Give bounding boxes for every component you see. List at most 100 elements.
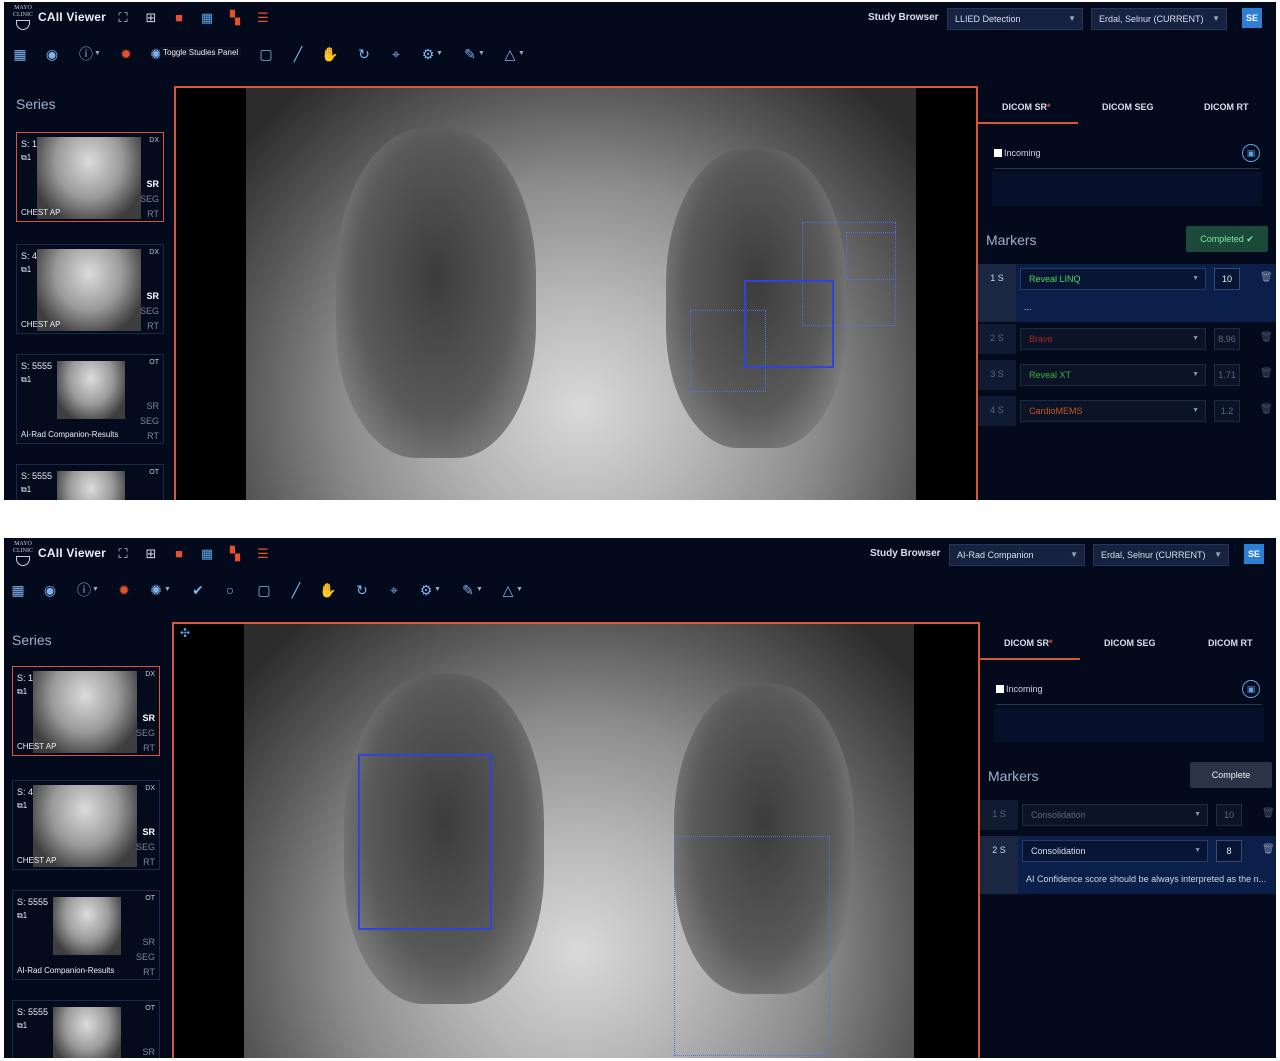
series-thumbnail[interactable]: S: 1 ⧉1 DX SR SEG RT CHEST AP <box>16 132 164 222</box>
series-thumbnail[interactable]: S: 1 ⧉1 DX SR SEG RT CHEST AP <box>12 666 160 756</box>
user-dropdown[interactable]: Erdal, Selnur (CURRENT) ▼ <box>1091 8 1227 30</box>
incoming-checkbox[interactable]: Incoming <box>994 148 1041 158</box>
rectangle-icon[interactable]: ▢ <box>256 44 276 64</box>
marker-row[interactable]: 1 S Consolidation ▼ 10 🗑 <box>980 800 1276 830</box>
marker-row[interactable]: 2 S Consolidation ▼ 8 🗑 <box>980 836 1276 866</box>
marker-label-select[interactable]: Bravo ▼ <box>1020 328 1206 350</box>
series-thumbnail[interactable]: S: 5555 ⧉1 OT SR SEG RT AI-Rad Companion-R… <box>12 890 160 980</box>
layout-icon[interactable]: ▦ <box>198 546 216 562</box>
incoming-field[interactable] <box>992 172 1262 206</box>
tab-dicom-seg[interactable]: DICOM SEG <box>1104 638 1156 648</box>
stack-icon[interactable]: ◉ <box>40 580 60 600</box>
viewer-window-2: MAYO CLINIC CAII Viewer ⛶ ⊞ ■ ▦ ▚ ☰ Stud… <box>4 538 1276 1058</box>
series-thumbnail[interactable]: S: 5555 ⧉1 OT <box>16 464 164 500</box>
marker-row[interactable]: 3 S Reveal XT ▼ 1.71 🗑 <box>978 360 1276 390</box>
series-thumbnail[interactable]: S: 5555 ⧉1 OT SR <box>12 1000 160 1058</box>
annotation-box-selected[interactable] <box>744 280 834 368</box>
marker-row[interactable]: 1 S Reveal LINQ ▼ 10 🗑 <box>978 264 1276 294</box>
briefcase-icon[interactable]: ■ <box>170 10 188 26</box>
annotation-box-dotted[interactable] <box>846 232 896 280</box>
grid-icon[interactable]: ▦ <box>10 44 30 64</box>
marker-score-input[interactable]: 8.96 <box>1214 328 1240 350</box>
tab-dicom-sr[interactable]: DICOM SR* <box>1004 638 1053 648</box>
marker-row[interactable]: 4 S CardioMEMS ▼ 1.2 🗑 <box>978 396 1276 426</box>
rotate-icon[interactable]: ↻ <box>352 580 372 600</box>
completed-button[interactable]: Completed ✔ <box>1186 226 1268 252</box>
save-icon[interactable]: ▣ <box>1242 144 1260 162</box>
tiles-icon[interactable]: ▚ <box>226 546 244 562</box>
angle-icon[interactable]: △ ▼ <box>498 580 523 600</box>
save-icon[interactable]: ▣ <box>1242 680 1260 698</box>
crosshair-icon[interactable]: ⌖ <box>386 44 406 64</box>
tab-dicom-rt[interactable]: DICOM RT <box>1204 102 1249 112</box>
incoming-checkbox[interactable]: Incoming <box>996 684 1043 694</box>
rectangle-icon[interactable]: ▢ <box>254 580 274 600</box>
marker-score-input[interactable]: 1.71 <box>1214 364 1240 386</box>
angle-icon[interactable]: △ ▼ <box>500 44 525 64</box>
study-dropdown[interactable]: LLIED Detection ▼ <box>947 8 1083 30</box>
marker-label-select[interactable]: Reveal XT ▼ <box>1020 364 1206 386</box>
marker-score-input[interactable]: 1.2 <box>1214 400 1240 422</box>
info-icon[interactable]: ⓘ ▼ <box>76 44 101 64</box>
pan-icon[interactable]: ✋ <box>320 44 340 64</box>
fullscreen-icon[interactable]: ⛶ <box>114 546 132 562</box>
complete-button[interactable]: Complete <box>1190 762 1272 788</box>
pen-icon[interactable]: ✎ ▼ <box>460 44 485 64</box>
trash-icon[interactable]: 🗑 <box>1260 332 1273 343</box>
trash-icon[interactable]: 🗑 <box>1262 844 1275 855</box>
annotation-box-selected[interactable] <box>358 754 492 930</box>
pen-icon[interactable]: ✎ ▼ <box>458 580 483 600</box>
fullscreen-icon[interactable]: ⛶ <box>114 10 132 26</box>
layout-icon[interactable]: ▦ <box>198 10 216 26</box>
sun-icon[interactable]: ✺ ▼ <box>146 580 171 600</box>
marker-label-select[interactable]: Consolidation ▼ <box>1022 840 1208 862</box>
grid-layout-icon[interactable]: ⊞ <box>142 546 160 562</box>
annotation-box-dotted[interactable] <box>674 836 830 1056</box>
marker-row[interactable]: 2 S Bravo ▼ 8.96 🗑 <box>978 324 1276 354</box>
rotate-icon[interactable]: ↻ <box>354 44 374 64</box>
trash-icon[interactable]: 🗑 <box>1260 368 1273 379</box>
marker-label-select[interactable]: CardioMEMS ▼ <box>1020 400 1206 422</box>
tab-dicom-sr[interactable]: DICOM SR* <box>1002 102 1051 112</box>
marker-label-select[interactable]: Consolidation ▼ <box>1022 804 1208 826</box>
check-circle-icon[interactable]: ✔ <box>188 580 208 600</box>
ruler-icon[interactable]: ╱ <box>286 580 306 600</box>
settings-icon[interactable]: ⚙ ▼ <box>416 580 441 600</box>
tiles-icon[interactable]: ▚ <box>226 10 244 26</box>
ruler-icon[interactable]: ╱ <box>288 44 308 64</box>
ellipse-icon[interactable]: ○ <box>220 580 240 600</box>
user-dropdown[interactable]: Erdal, Selnur (CURRENT) ▼ <box>1093 544 1229 566</box>
trash-icon[interactable]: 🗑 <box>1260 404 1273 415</box>
xray-viewport[interactable]: ✣ <box>172 622 980 1058</box>
trash-icon[interactable]: 🗑 <box>1260 272 1273 283</box>
study-browser-link[interactable]: Study Browser <box>870 548 941 559</box>
stack-icon[interactable]: ◉ <box>42 44 62 64</box>
pan-icon[interactable]: ✋ <box>318 580 338 600</box>
info-icon[interactable]: ⓘ ▼ <box>74 580 99 600</box>
incoming-field[interactable] <box>994 708 1264 742</box>
list-icon[interactable]: ☰ <box>254 10 272 26</box>
tab-dicom-rt[interactable]: DICOM RT <box>1208 638 1253 648</box>
user-avatar[interactable]: SE <box>1242 8 1262 28</box>
marker-label-select[interactable]: Reveal LINQ ▼ <box>1020 268 1206 290</box>
marker-score-input[interactable]: 10 <box>1214 268 1240 290</box>
xray-viewport[interactable] <box>174 86 978 500</box>
brightness-icon[interactable]: ✹ <box>114 580 134 600</box>
grid-layout-icon[interactable]: ⊞ <box>142 10 160 26</box>
study-browser-link[interactable]: Study Browser <box>868 12 939 23</box>
list-icon[interactable]: ☰ <box>254 546 272 562</box>
trash-icon[interactable]: 🗑 <box>1262 808 1275 819</box>
series-thumbnail[interactable]: S: 5555 ⧉1 OT SR SEG RT AI-Rad Companion-R… <box>16 354 164 444</box>
series-thumbnail[interactable]: S: 4 ⧉1 DX SR SEG RT CHEST AP <box>12 780 160 870</box>
settings-icon[interactable]: ⚙ ▼ <box>418 44 443 64</box>
crosshair-icon[interactable]: ⌖ <box>384 580 404 600</box>
marker-score-input[interactable]: 8 <box>1216 840 1242 862</box>
user-avatar[interactable]: SE <box>1244 544 1264 564</box>
briefcase-icon[interactable]: ■ <box>170 546 188 562</box>
study-dropdown[interactable]: AI-Rad Companion ▼ <box>949 544 1085 566</box>
brightness-icon[interactable]: ✹ <box>116 44 136 64</box>
tab-dicom-seg[interactable]: DICOM SEG <box>1102 102 1154 112</box>
series-thumbnail[interactable]: S: 4 ⧉1 DX SR SEG RT CHEST AP <box>16 244 164 334</box>
grid-icon[interactable]: ▦ <box>8 580 28 600</box>
marker-score-input[interactable]: 10 <box>1216 804 1242 826</box>
